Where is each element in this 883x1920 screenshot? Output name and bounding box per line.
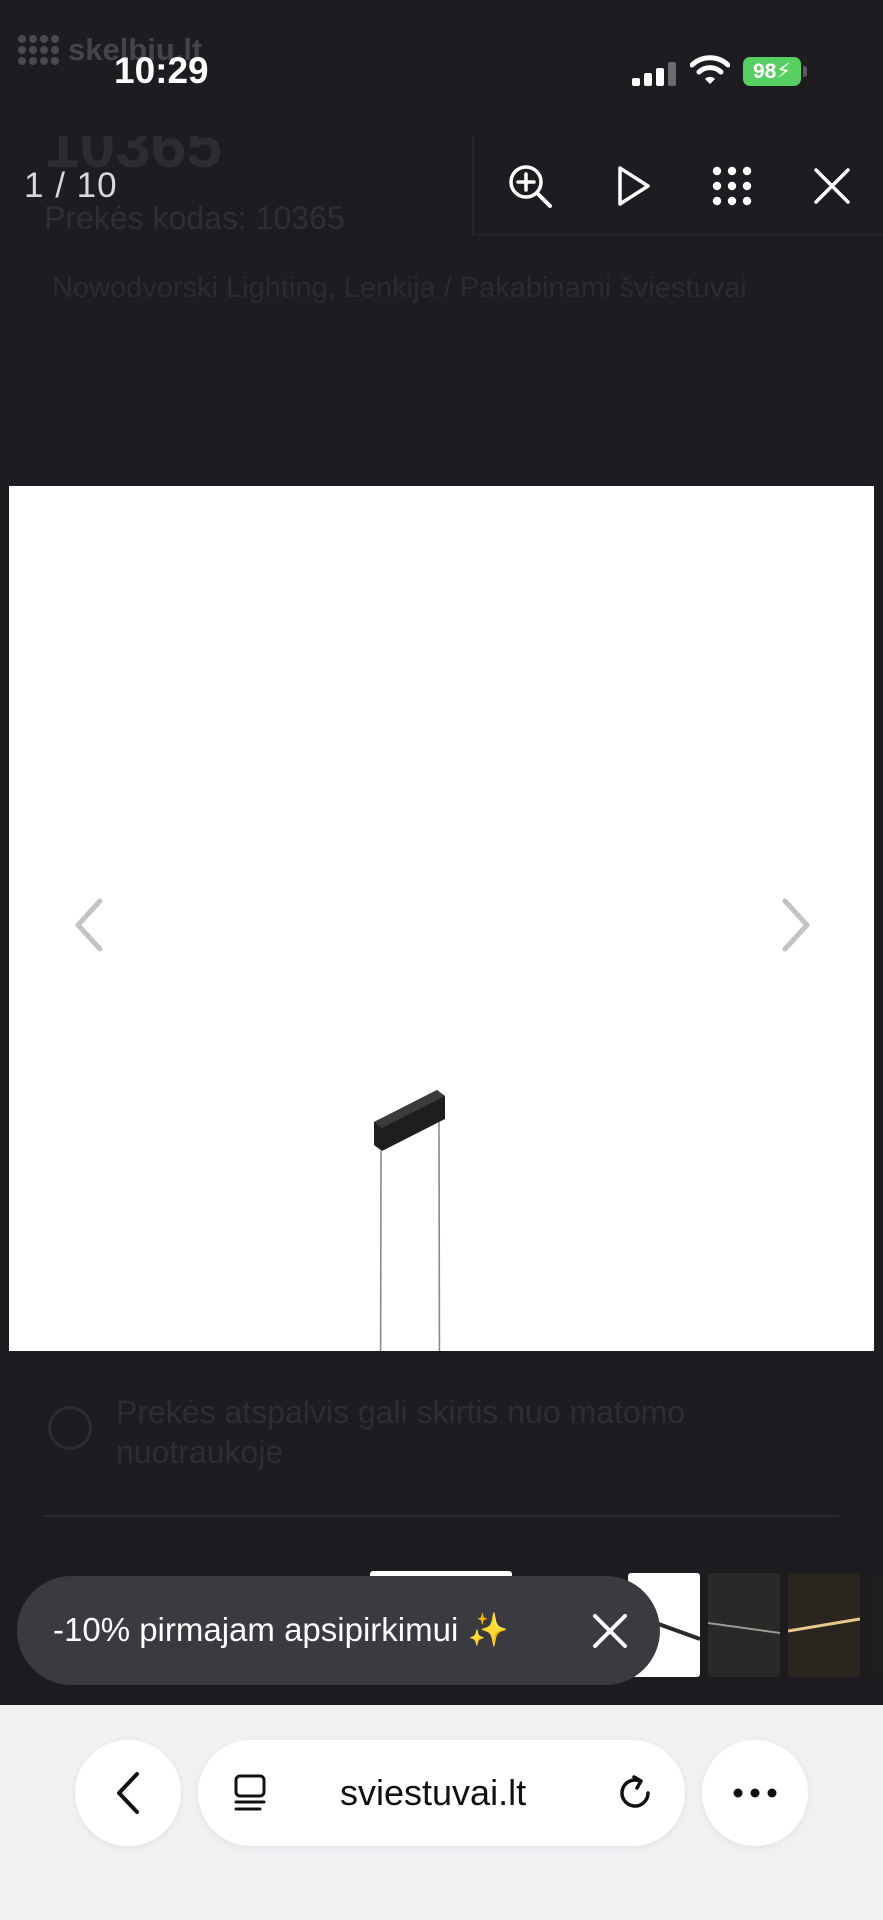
battery-indicator: 98⚡ (743, 57, 801, 86)
back-icon (117, 1772, 139, 1814)
grid-icon (712, 166, 752, 206)
close-viewer-button[interactable] (802, 156, 862, 216)
close-icon (593, 1614, 627, 1648)
play-icon (618, 166, 650, 206)
status-bar: skelbiu.lt 10:29 98⚡ (0, 0, 883, 136)
address-bar[interactable]: sviestuvai.lt (198, 1740, 685, 1846)
thumbnail-item[interactable] (788, 1573, 860, 1677)
zoom-in-icon (509, 165, 552, 208)
reload-button[interactable] (612, 1770, 658, 1816)
thumbnail-item[interactable] (708, 1573, 780, 1677)
slideshow-play-button[interactable] (604, 156, 664, 216)
next-image-button[interactable] (772, 890, 822, 960)
tabs-icon (234, 1774, 266, 1811)
browser-toolbar: sviestuvai.lt (0, 1705, 883, 1920)
thumbnail-item[interactable] (868, 1573, 883, 1677)
info-icon (48, 1406, 92, 1450)
chevron-left-icon (75, 898, 103, 952)
thumbnails-grid-button[interactable] (702, 156, 762, 216)
signal-icon (632, 62, 676, 86)
promo-text: -10% pirmajam apsipirkimui ✨ (53, 1611, 509, 1648)
wifi-icon (690, 55, 730, 84)
charging-icon: ⚡ (776, 60, 792, 83)
pendant-lamp-illustration (240, 1090, 671, 1713)
image-counter: 1 / 10 (24, 166, 118, 205)
promo-toast[interactable]: -10% pirmajam apsipirkimui ✨ (17, 1576, 660, 1685)
zoom-in-button[interactable] (500, 156, 560, 216)
more-icon (733, 1788, 777, 1798)
promo-close-button[interactable] (583, 1604, 637, 1658)
toolbar-divider (472, 136, 474, 236)
product-image[interactable] (9, 486, 874, 1713)
color-disclaimer: Prekės atspalvis gali skirtis nuo matomo… (116, 1394, 686, 1470)
previous-image-button[interactable] (63, 890, 113, 960)
reload-icon (620, 1775, 650, 1808)
clock: 10:29 (114, 50, 209, 91)
url-text: sviestuvai.lt (340, 1772, 527, 1813)
more-button[interactable] (702, 1740, 808, 1846)
chevron-right-icon (782, 898, 810, 952)
logo-dots-icon (18, 35, 59, 65)
breadcrumb: Nowodvorski Lighting, Lenkija / Pakabina… (52, 272, 747, 304)
section-divider (44, 1515, 839, 1517)
close-icon (814, 168, 850, 204)
toolbar-underline (476, 234, 883, 236)
back-button[interactable] (75, 1740, 181, 1846)
battery-level: 98 (752, 60, 777, 83)
battery-tip (803, 66, 807, 77)
